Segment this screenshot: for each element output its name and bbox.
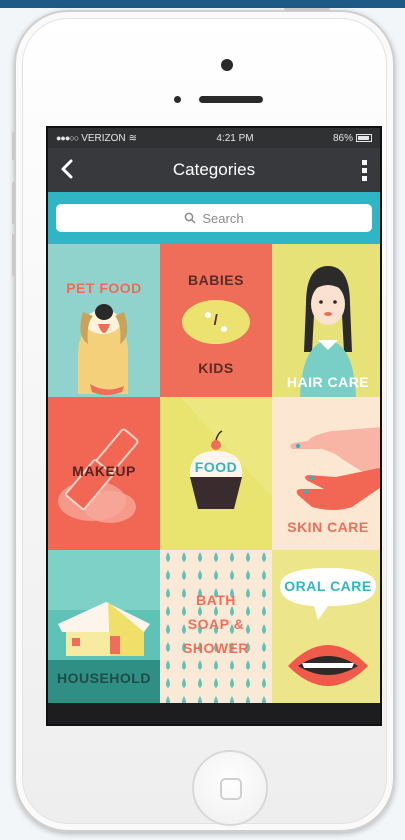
search-area: Search xyxy=(48,192,380,244)
category-label-line-3: SHOWER xyxy=(183,640,249,656)
search-placeholder: Search xyxy=(202,210,244,226)
wifi-icon: ≋ xyxy=(128,132,138,144)
category-tile-hair-care[interactable]: HAIR CARE xyxy=(272,244,380,397)
category-tile-makeup[interactable]: MAKEUP xyxy=(48,397,160,550)
volume-down-button xyxy=(12,234,15,276)
search-icon xyxy=(185,212,196,224)
category-label-line-1: BATH xyxy=(196,592,236,608)
home-square-icon xyxy=(220,778,242,800)
category-label: ORAL CARE xyxy=(284,578,372,594)
signal-strength-icon: ●●●○○ xyxy=(56,133,79,143)
category-label-line-2: SOAP & xyxy=(187,616,245,632)
category-label: FOOD xyxy=(194,459,238,475)
app-screen: ●●●○○ VERIZON ≋ 4:21 PM 86% Categories S… xyxy=(46,126,382,726)
category-tile-bath-soap-shower[interactable]: BATH SOAP & SHOWER xyxy=(160,550,272,703)
front-camera xyxy=(221,59,233,71)
status-time: 4:21 PM xyxy=(216,132,254,144)
search-input[interactable]: Search xyxy=(56,204,372,232)
category-tile-household[interactable]: HOUSEHOLD xyxy=(48,550,160,703)
navigation-bar: Categories xyxy=(48,148,380,192)
category-tile-oral-care[interactable]: ORAL CARE xyxy=(272,550,380,703)
battery-icon xyxy=(355,134,372,142)
battery-percent: 86% xyxy=(332,132,353,144)
category-tile-pet-food[interactable]: PET FOOD xyxy=(48,244,160,397)
chevron-left-icon[interactable] xyxy=(60,158,74,185)
category-slash: / xyxy=(213,312,219,329)
power-button xyxy=(284,8,330,11)
mouth-illustration xyxy=(280,568,376,686)
category-label: SKIN CARE xyxy=(287,519,369,535)
category-tile-babies-kids[interactable]: BABIES / KIDS xyxy=(160,244,272,397)
category-label: HAIR CARE xyxy=(286,374,370,390)
dog-illustration xyxy=(78,304,129,395)
more-vertical-icon[interactable] xyxy=(362,160,368,184)
home-button[interactable] xyxy=(192,750,268,826)
volume-up-button xyxy=(12,182,15,224)
carrier-label: VERIZON xyxy=(81,132,126,144)
mute-switch xyxy=(12,132,15,160)
status-bar: ●●●○○ VERIZON ≋ 4:21 PM 86% xyxy=(48,128,380,148)
earpiece-speaker xyxy=(199,96,263,103)
category-label: HOUSEHOLD xyxy=(57,670,151,686)
proximity-sensor xyxy=(174,96,181,103)
category-label: MAKEUP xyxy=(72,463,136,479)
category-grid: PET FOOD BABIES / KIDS HAIR CARE MAKEUP … xyxy=(48,244,380,703)
category-tile-skin-care[interactable]: SKIN CARE xyxy=(272,397,380,550)
page-title: Categories xyxy=(172,160,256,179)
category-label-bottom: KIDS xyxy=(198,360,234,376)
category-tile-food[interactable]: FOOD xyxy=(160,397,272,550)
